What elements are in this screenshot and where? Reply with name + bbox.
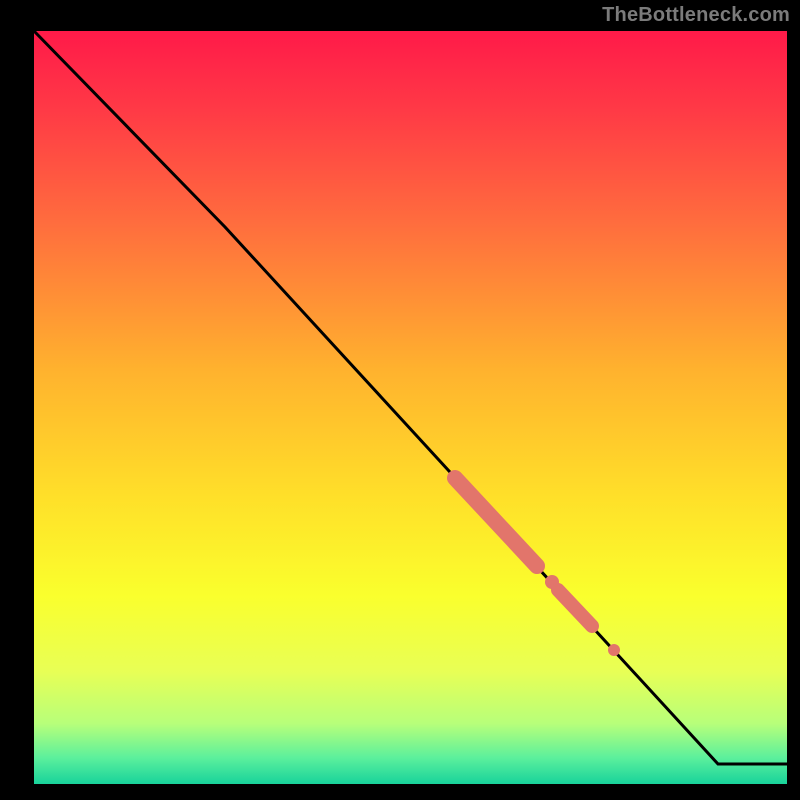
chart-stage: TheBottleneck.com (0, 0, 800, 800)
attribution-text: TheBottleneck.com (602, 4, 790, 27)
chart-svg (0, 0, 800, 800)
plot-area (34, 31, 787, 784)
highlight-dot-2 (608, 644, 620, 656)
